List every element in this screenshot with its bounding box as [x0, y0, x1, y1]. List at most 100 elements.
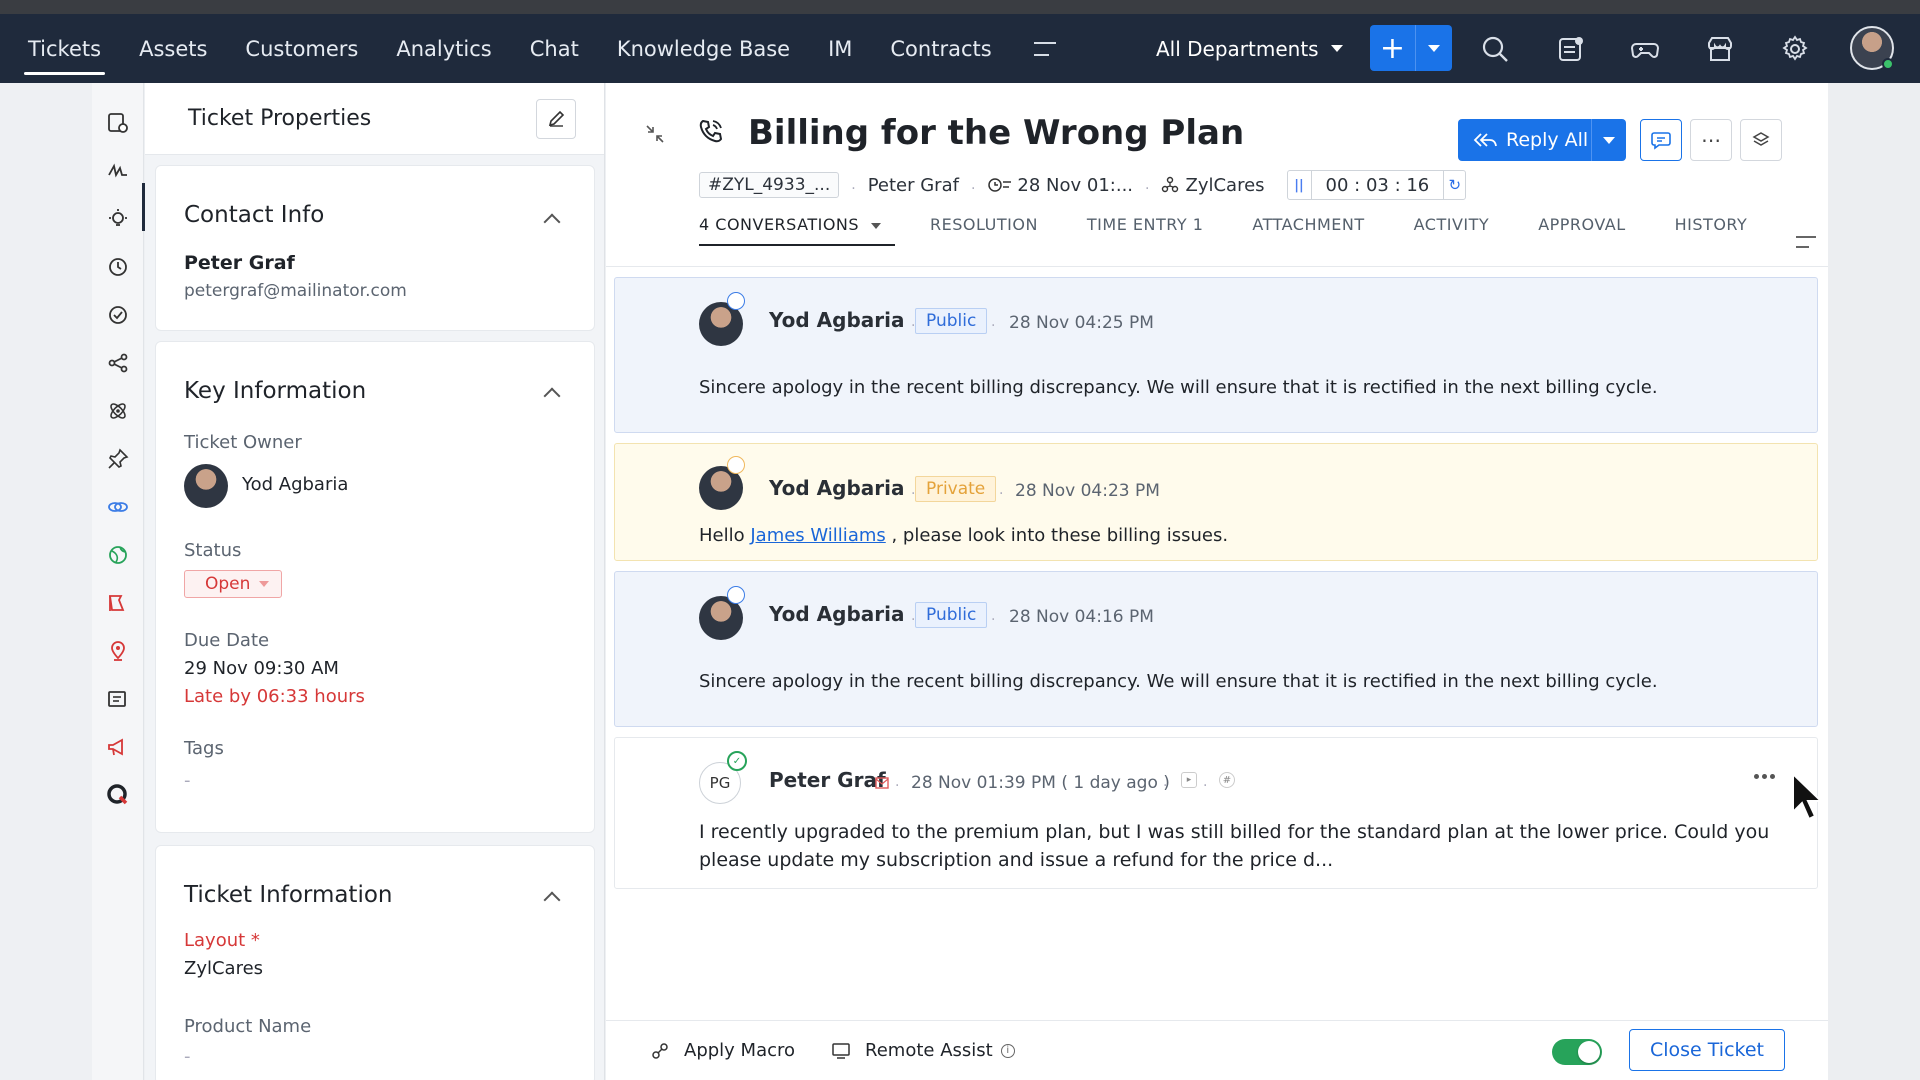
share-icon[interactable]	[106, 351, 130, 375]
globe-icon[interactable]	[106, 543, 130, 567]
phone-channel-icon	[699, 119, 723, 143]
ticket-owner-label: Ticket Owner	[184, 432, 302, 453]
report-icon[interactable]	[106, 687, 130, 711]
chevron-up-icon[interactable]	[543, 387, 561, 405]
tags-value[interactable]: -	[184, 770, 191, 791]
collapse-icon[interactable]	[644, 123, 666, 145]
tabs-menu-icon[interactable]	[1796, 236, 1816, 248]
search-icon[interactable]	[1480, 34, 1510, 64]
visibility-badge: Public	[915, 308, 988, 334]
chevron-up-icon[interactable]	[543, 891, 561, 909]
tab-conversations-label: 4 CONVERSATIONS	[699, 215, 860, 234]
edit-properties-button[interactable]	[536, 99, 576, 139]
expand-icon[interactable]: ▸	[1181, 772, 1197, 788]
campaign-icon[interactable]	[106, 591, 130, 615]
chevron-up-icon[interactable]	[543, 213, 561, 231]
conversation-thread[interactable]: Yod Agbaria . Public . 28 Nov 04:25 PM S…	[614, 277, 1818, 433]
nav-tab-tickets[interactable]: Tickets	[23, 14, 106, 83]
thread-author[interactable]: Yod Agbaria	[769, 308, 905, 332]
right-background	[1828, 83, 1920, 1080]
reply-options-toggle[interactable]	[1592, 119, 1626, 161]
thread-author[interactable]: Peter Graf	[769, 768, 886, 792]
signature-icon[interactable]	[106, 159, 130, 183]
nav-tab-assets[interactable]: Assets	[139, 14, 207, 83]
ticket-subject: Billing for the Wrong Plan	[748, 113, 1245, 153]
gamepad-icon[interactable]	[1630, 34, 1660, 64]
add-dropdown-toggle[interactable]	[1416, 25, 1452, 71]
chevron-down-icon	[1603, 136, 1615, 144]
nav-tab-knowledge-base[interactable]: Knowledge Base	[617, 14, 790, 83]
hashtag-icon[interactable]: #	[1219, 772, 1235, 788]
info-icon[interactable]: i	[1000, 1043, 1015, 1058]
check-circle-icon[interactable]	[106, 303, 130, 327]
product-name-value[interactable]: -	[184, 1046, 191, 1067]
tab-conversations[interactable]: 4 CONVERSATIONS	[699, 215, 896, 246]
plus-icon[interactable]: +	[1370, 25, 1416, 71]
mention-link[interactable]: James Williams	[750, 525, 885, 546]
window-top-strip	[0, 0, 1920, 14]
history-icon[interactable]	[106, 255, 130, 279]
tab-history[interactable]: HISTORY	[1675, 215, 1748, 246]
location-icon[interactable]	[106, 639, 130, 663]
close-ticket-button[interactable]: Close Ticket	[1629, 1029, 1785, 1071]
layers-icon	[1752, 132, 1770, 146]
refresh-icon[interactable]: ↻	[1443, 171, 1465, 199]
status-dropdown[interactable]: Open	[184, 570, 282, 598]
conversation-thread-private[interactable]: Yod Agbaria . Private . 28 Nov 04:23 PM …	[614, 443, 1818, 561]
ticket-properties-icon[interactable]	[106, 111, 130, 135]
thread-more-icon[interactable]	[1754, 774, 1775, 779]
monitor-icon	[832, 1042, 850, 1059]
pin-icon[interactable]	[106, 447, 130, 471]
timer-value: 00 : 03 : 16	[1325, 174, 1430, 196]
nav-tab-customers[interactable]: Customers	[245, 14, 358, 83]
feed-icon[interactable]	[1556, 34, 1586, 64]
nav-tab-chat[interactable]: Chat	[530, 14, 579, 83]
tab-activity[interactable]: ACTIVITY	[1414, 215, 1490, 246]
due-date-value[interactable]: 29 Nov 09:30 AM	[184, 658, 339, 679]
gear-icon[interactable]	[1780, 34, 1810, 64]
link-icon[interactable]	[106, 495, 130, 519]
apply-macro-button[interactable]: Apply Macro	[650, 1040, 795, 1061]
department-selector[interactable]: All Departments	[1156, 14, 1343, 83]
nav-more-icon[interactable]	[1033, 41, 1056, 56]
pause-icon[interactable]: ||	[1288, 171, 1312, 199]
user-avatar[interactable]	[1850, 26, 1894, 70]
reply-all-button[interactable]: Reply All	[1458, 119, 1626, 161]
conversation-thread[interactable]: Yod Agbaria . Public . 28 Nov 04:16 PM S…	[614, 571, 1818, 727]
thread-author[interactable]: Yod Agbaria	[769, 476, 905, 500]
reply-all-main[interactable]: Reply All	[1458, 119, 1592, 161]
contact-name[interactable]: Peter Graf	[184, 252, 295, 274]
nav-tab-im[interactable]: IM	[828, 14, 852, 83]
ticket-id[interactable]: #ZYL_4933_...	[699, 172, 840, 198]
contact-email[interactable]: petergraf@mailinator.com	[184, 281, 407, 301]
key-information-card: Key Information Ticket Owner Yod Agbaria…	[155, 341, 595, 833]
tags-label: Tags	[184, 738, 224, 759]
tab-attachment[interactable]: ATTACHMENT	[1252, 215, 1364, 246]
marketplace-icon[interactable]	[1705, 34, 1735, 64]
q-app-icon[interactable]	[106, 783, 130, 807]
tab-resolution[interactable]: RESOLUTION	[930, 215, 1038, 246]
more-actions-button[interactable]: ⋯	[1690, 119, 1732, 161]
tab-approval[interactable]: APPROVAL	[1538, 215, 1625, 246]
atom-icon[interactable]	[106, 399, 130, 423]
nav-tab-analytics[interactable]: Analytics	[396, 14, 491, 83]
remote-assist-button[interactable]: Remote Assist i	[831, 1040, 1015, 1061]
reply-all-label: Reply All	[1506, 129, 1589, 151]
left-icon-rail	[92, 83, 145, 1080]
tab-time-entry[interactable]: TIME ENTRY 1	[1087, 215, 1203, 246]
ticket-account[interactable]: ZylCares	[1185, 175, 1264, 196]
thread-author[interactable]: Yod Agbaria	[769, 602, 905, 626]
notify-toggle[interactable]	[1552, 1039, 1602, 1065]
megaphone-icon[interactable]	[106, 735, 130, 759]
layers-button[interactable]	[1740, 119, 1782, 161]
nav-tab-contracts[interactable]: Contracts	[890, 14, 991, 83]
product-name-label: Product Name	[184, 1016, 312, 1037]
late-indicator: Late by 06:33 hours	[184, 686, 365, 707]
ticket-contact[interactable]: Peter Graf	[868, 175, 959, 196]
bulb-icon[interactable]	[106, 207, 130, 231]
ticket-owner-value[interactable]: Yod Agbaria	[242, 474, 348, 495]
add-new-button[interactable]: +	[1370, 25, 1452, 71]
layout-value[interactable]: ZylCares	[184, 958, 263, 979]
comment-button[interactable]	[1640, 119, 1682, 161]
conversation-thread-customer[interactable]: PG ✓ Peter Graf . 28 Nov 01:39 PM ( 1 da…	[614, 737, 1818, 889]
